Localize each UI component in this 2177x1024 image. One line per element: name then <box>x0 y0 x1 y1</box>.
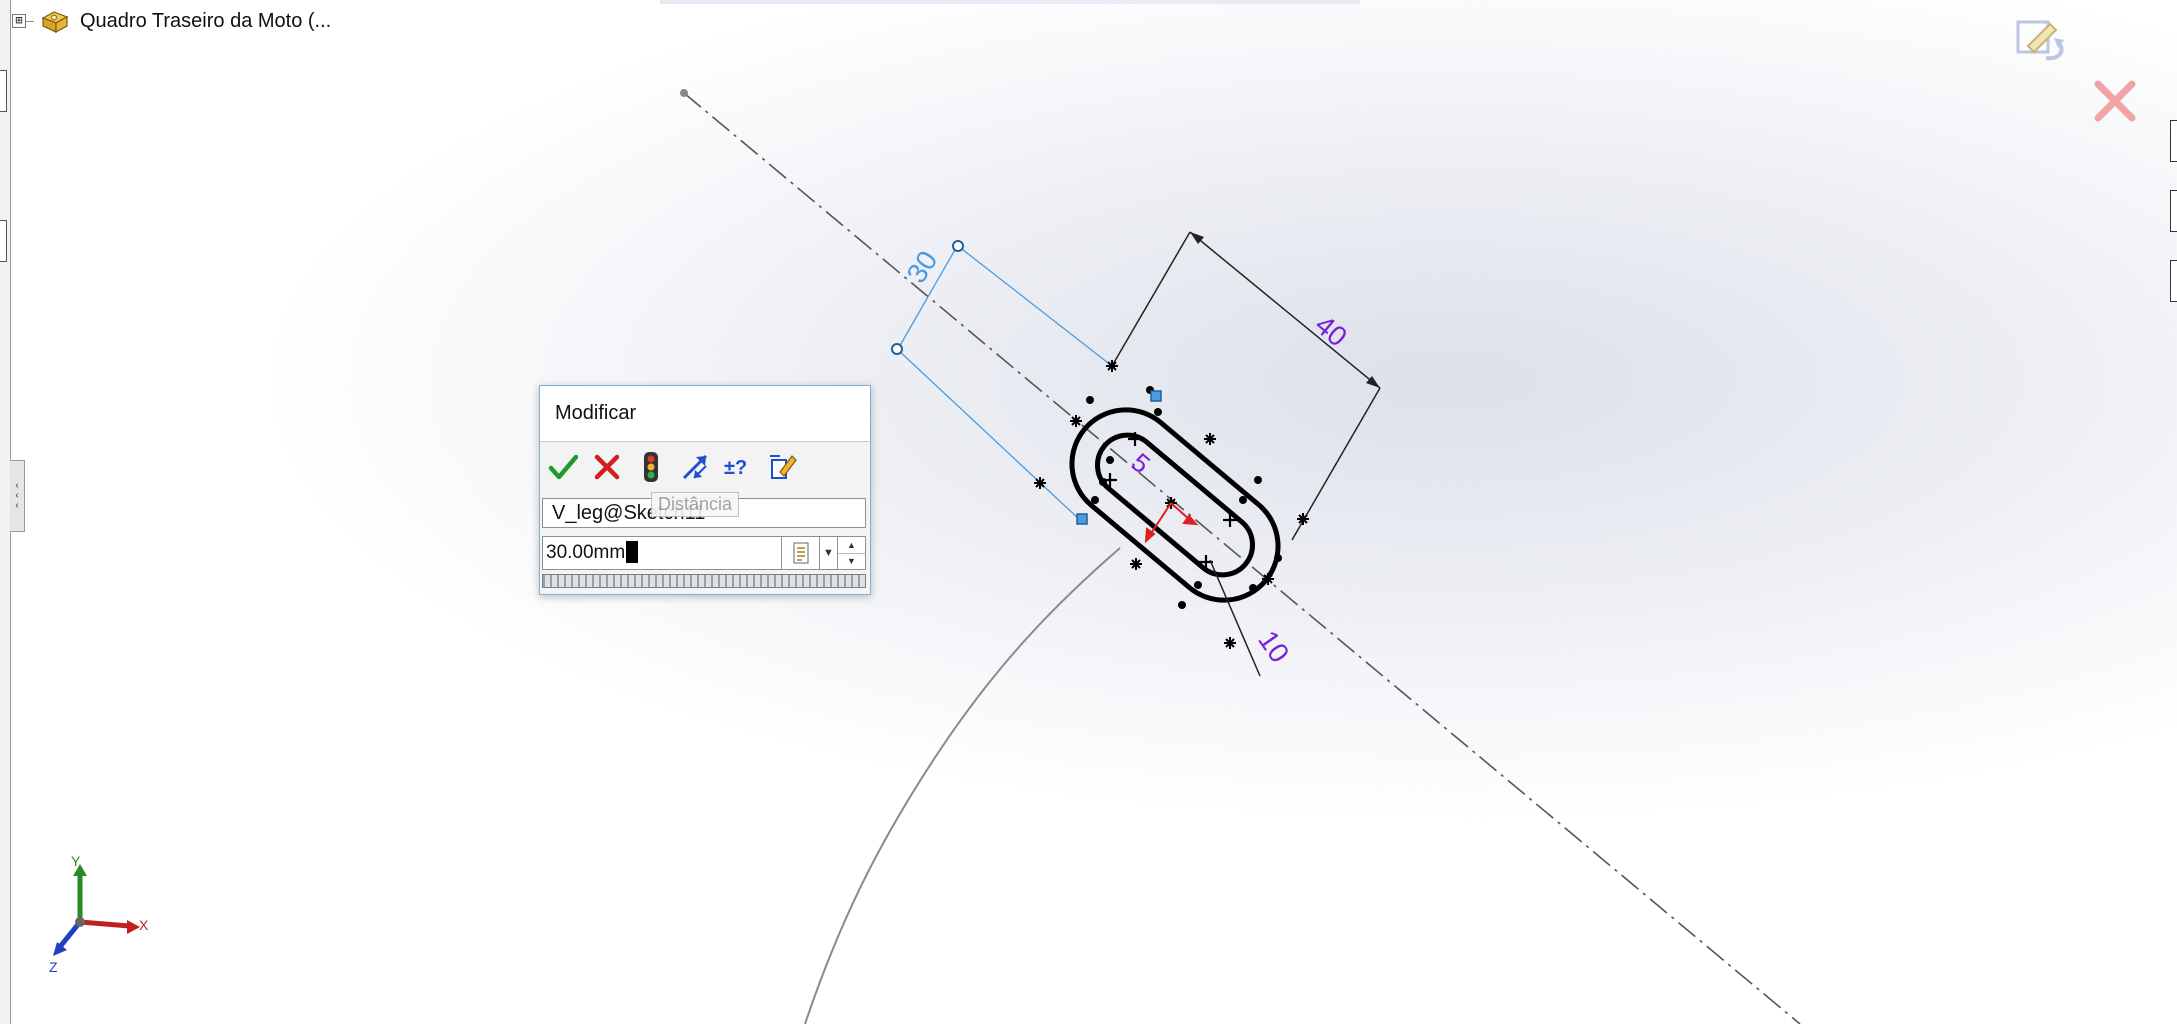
svg-text:±?: ±? <box>724 457 747 479</box>
spin-down-icon[interactable]: ▼ <box>838 552 865 570</box>
dialog-title: Modificar <box>555 402 637 424</box>
dimension-value-input[interactable]: 30.00mm <box>542 536 782 570</box>
text-cursor <box>626 541 639 563</box>
task-pane-tab[interactable] <box>2170 260 2177 302</box>
confirmation-corner-cancel-icon[interactable] <box>2092 78 2138 124</box>
modify-dialog[interactable]: Modificar ±? V_leg@Sketch11 Distância 30… <box>539 385 871 595</box>
x-icon[interactable] <box>590 450 624 484</box>
spline-curve <box>804 547 1121 1024</box>
dialog-title-bar[interactable]: Modificar <box>540 386 870 442</box>
dimension-40-label[interactable]: 40 <box>1309 309 1353 353</box>
spin-up-icon[interactable]: ▲ <box>838 537 865 553</box>
triad-z-label: Z <box>49 959 58 975</box>
thumbwheel[interactable] <box>542 574 866 588</box>
dimension-10 <box>1209 559 1261 677</box>
right-panel-edge <box>2170 70 2177 345</box>
triad-x-label: X <box>139 917 149 933</box>
chevron-down-icon[interactable]: ▼ <box>820 536 838 570</box>
dimension-value-text: 30.00mm <box>546 542 626 563</box>
dimension-pencil-icon[interactable] <box>766 450 800 484</box>
task-pane-tab[interactable] <box>2170 120 2177 162</box>
dimension-10-label[interactable]: 10 <box>1252 625 1295 668</box>
dialog-toolbar: ±? <box>540 442 870 492</box>
traffic-light-icon[interactable] <box>634 450 668 484</box>
dimension-name-field[interactable]: V_leg@Sketch11 <box>542 498 866 528</box>
reverse-direction-icon[interactable] <box>678 450 712 484</box>
plus-minus-question-icon[interactable]: ±? <box>722 450 756 484</box>
confirmation-corner-accept-icon[interactable] <box>2010 14 2074 74</box>
reference-triad: Y X Z <box>45 850 155 980</box>
value-row: 30.00mm ▼ ▲ ▼ <box>542 536 866 570</box>
check-icon[interactable] <box>546 450 580 484</box>
graphics-area[interactable]: 30 40 10 5 <box>0 0 2177 1024</box>
task-pane-tab[interactable] <box>2170 190 2177 232</box>
value-spinner[interactable]: ▲ ▼ <box>838 536 866 570</box>
triad-y-label: Y <box>71 853 81 869</box>
outer-slot <box>1069 407 1281 603</box>
equation-list-icon[interactable] <box>782 536 820 570</box>
